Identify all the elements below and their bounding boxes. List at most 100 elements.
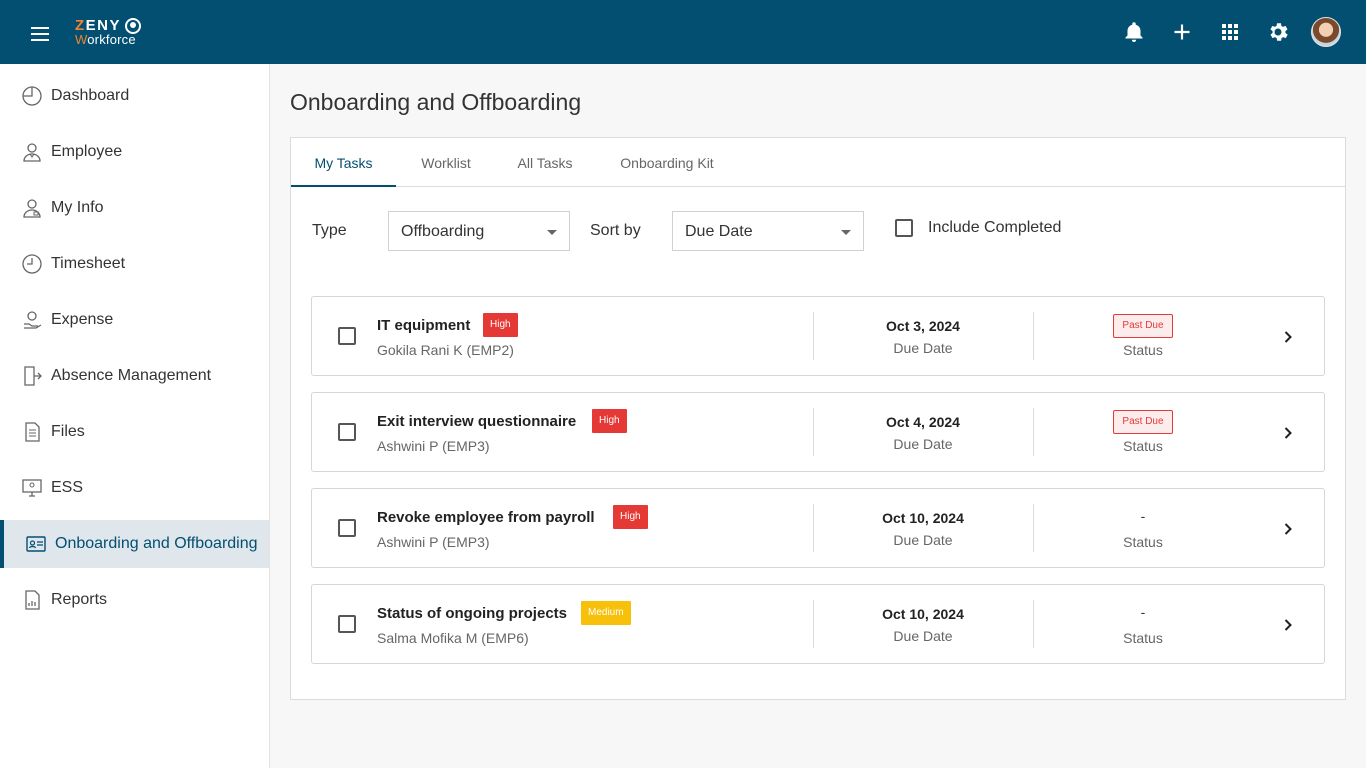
task-name: Revoke employee from payroll [377,509,595,526]
status-label: Status [1123,534,1163,550]
type-select-value: Offboarding [401,223,485,240]
bell-icon[interactable] [1122,20,1146,44]
task-employee: Gokila Rani K (EMP2) [377,342,514,358]
caret-down-icon [841,230,851,235]
task-row[interactable]: IT equipment High Gokila Rani K (EMP2) O… [311,296,1325,376]
priority-badge: Medium [581,601,631,625]
status-label: Status [1123,342,1163,358]
exit-door-icon [21,365,43,387]
task-name: IT equipment [377,317,471,334]
task-employee: Ashwini P (EMP3) [377,438,490,454]
chevron-right-icon[interactable] [1278,615,1298,635]
tasks-card: My Tasks Worklist All Tasks Onboarding K… [290,137,1346,700]
tab-bar: My Tasks Worklist All Tasks Onboarding K… [291,138,1345,187]
caret-down-icon [547,230,557,235]
include-completed-label: Include Completed [928,219,1062,236]
page-title: Onboarding and Offboarding [290,89,582,115]
task-employee: Salma Mofika M (EMP6) [377,630,529,646]
ess-icon [21,477,43,499]
chevron-right-icon[interactable] [1278,327,1298,347]
due-date-label: Due Date [893,340,953,356]
task-checkbox[interactable] [338,327,356,345]
due-date-value: Oct 4, 2024 [886,414,960,430]
task-name: Exit interview questionnaire [377,413,577,430]
sort-by-label: Sort by [590,222,641,239]
task-checkbox[interactable] [338,519,356,537]
sidebar-item-label: Dashboard [51,87,130,104]
sort-by-select-value: Due Date [685,223,753,240]
task-checkbox[interactable] [338,423,356,441]
status-label: Status [1123,630,1163,646]
sidebar-item-label: My Info [51,199,104,216]
status-value: - [1140,508,1146,524]
status-cell: - [1033,602,1253,626]
sidebar-item-label: ESS [51,479,84,496]
gear-icon[interactable] [1266,20,1290,44]
chevron-right-icon[interactable] [1278,519,1298,539]
chevron-right-icon[interactable] [1278,423,1298,443]
sidebar-item-label: Reports [51,591,108,608]
due-date-value: Oct 3, 2024 [886,318,960,334]
task-employee: Ashwini P (EMP3) [377,534,490,550]
sidebar-item-label: Absence Management [51,367,212,384]
sidebar-item-files[interactable]: Files [0,408,269,456]
due-date-label: Due Date [893,628,953,644]
status-value: - [1140,604,1146,620]
sidebar-item-my-info[interactable]: My Info [0,184,269,232]
due-date-value: Oct 10, 2024 [882,606,964,622]
employee-icon [21,141,43,163]
task-checkbox[interactable] [338,615,356,633]
type-label: Type [312,222,347,239]
priority-badge: High [613,505,648,529]
status-cell: - [1033,506,1253,530]
tab-all-tasks[interactable]: All Tasks [506,138,584,187]
zeny-workforce-logo[interactable]: ZENY Workforce [75,18,147,48]
sidebar-item-label: Onboarding and Offboarding [55,535,258,552]
apps-grid-icon[interactable] [1218,20,1242,44]
file-icon [21,421,43,443]
avatar[interactable] [1311,17,1341,47]
report-icon [21,589,43,611]
my-info-icon [21,197,43,219]
task-row[interactable]: Status of ongoing projects Medium Salma … [311,584,1325,664]
menu-icon[interactable] [28,22,52,42]
clock-icon [21,253,43,275]
sidebar: Dashboard Employee My Info Timesheet Exp… [0,64,270,768]
status-cell: Past Due [1033,410,1253,434]
id-card-icon [25,533,47,555]
task-name: Status of ongoing projects [377,605,567,622]
status-cell: Past Due [1033,314,1253,338]
due-date-label: Due Date [893,532,953,548]
sidebar-item-onboarding-and-offboarding[interactable]: Onboarding and Offboarding [0,520,269,568]
type-select[interactable]: Offboarding [388,211,570,251]
sidebar-item-label: Timesheet [51,255,126,272]
status-label: Status [1123,438,1163,454]
expense-icon [21,309,43,331]
sidebar-item-expense[interactable]: Expense [0,296,269,344]
dashboard-icon [21,85,43,107]
priority-badge: High [483,313,518,337]
status-badge: Past Due [1113,314,1173,338]
sidebar-item-employee[interactable]: Employee [0,128,269,176]
sidebar-item-absence-management[interactable]: Absence Management [0,352,269,400]
tab-onboarding-kit[interactable]: Onboarding Kit [609,138,725,187]
task-row[interactable]: Revoke employee from payroll High Ashwin… [311,488,1325,568]
sidebar-item-label: Expense [51,311,114,328]
sidebar-item-label: Employee [51,143,123,160]
due-date-label: Due Date [893,436,953,452]
sort-by-select[interactable]: Due Date [672,211,864,251]
sidebar-item-ess[interactable]: ESS [0,464,269,512]
tab-my-tasks[interactable]: My Tasks [291,138,396,187]
due-date-value: Oct 10, 2024 [882,510,964,526]
sidebar-item-dashboard[interactable]: Dashboard [0,72,269,120]
sidebar-item-label: Files [51,423,85,440]
sidebar-item-reports[interactable]: Reports [0,576,269,624]
status-badge: Past Due [1113,410,1173,434]
sidebar-item-timesheet[interactable]: Timesheet [0,240,269,288]
task-row[interactable]: Exit interview questionnaire High Ashwin… [311,392,1325,472]
priority-badge: High [592,409,627,433]
tab-worklist[interactable]: Worklist [406,138,486,187]
plus-icon[interactable] [1170,20,1194,44]
include-completed-checkbox[interactable] [895,219,913,237]
top-bar: ZENY Workforce [0,0,1366,64]
